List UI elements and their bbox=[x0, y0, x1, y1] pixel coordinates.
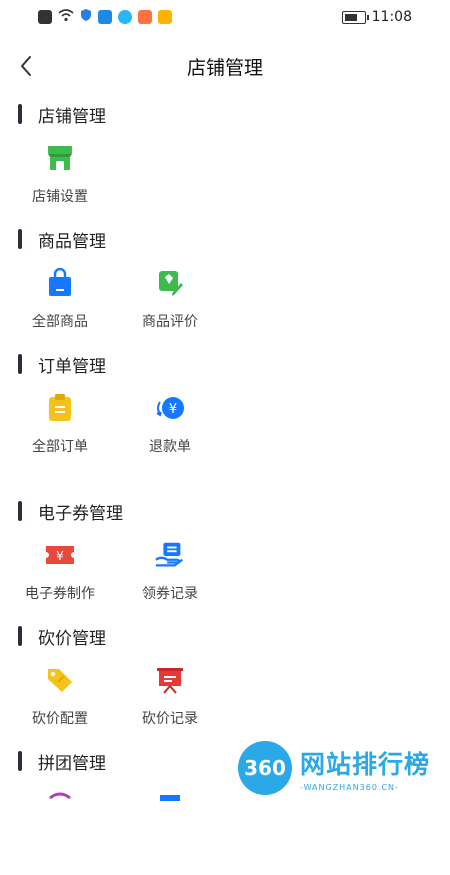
app-p-icon bbox=[118, 10, 132, 24]
section-header: 店铺管理 bbox=[0, 100, 450, 128]
all-orders-button[interactable]: 全部订单 bbox=[10, 388, 110, 474]
section-bar bbox=[18, 104, 22, 124]
price-tag-icon bbox=[44, 664, 76, 696]
tag-edit-icon bbox=[154, 267, 186, 299]
section-title: 拼团管理 bbox=[38, 753, 106, 774]
status-bar: 11:08 bbox=[0, 0, 450, 34]
section-title: 店铺管理 bbox=[38, 106, 106, 127]
item-label: 全部订单 bbox=[32, 439, 88, 455]
section-title: 电子券管理 bbox=[38, 503, 123, 524]
item-label: 砍价记录 bbox=[142, 711, 198, 727]
app-q-icon bbox=[98, 10, 112, 24]
refund-yen-icon: ¥ bbox=[154, 392, 186, 424]
section-goods: 商品管理 全部商品 商品评价 bbox=[0, 225, 450, 353]
item-label: 领券记录 bbox=[142, 586, 198, 602]
item-label: 商品评价 bbox=[142, 314, 198, 330]
status-time: 11:08 bbox=[371, 9, 412, 25]
item-label: 退款单 bbox=[149, 439, 191, 455]
section-header: 砍价管理 bbox=[0, 622, 450, 650]
section-coupons: 电子券管理 ¥ 电子券制作 领券记录 bbox=[0, 497, 450, 625]
chevron-left-icon bbox=[21, 56, 31, 76]
section-header: 电子券管理 bbox=[0, 497, 450, 525]
item-label: 店铺设置 bbox=[32, 189, 88, 205]
item-label: 电子券制作 bbox=[25, 586, 95, 602]
battery-icon bbox=[341, 10, 369, 24]
section-header: 商品管理 bbox=[0, 225, 450, 253]
section-grid: 店铺设置 bbox=[0, 138, 450, 228]
goods-review-button[interactable]: 商品评价 bbox=[120, 263, 220, 349]
store-icon bbox=[44, 142, 76, 174]
coupon-create-button[interactable]: ¥ 电子券制作 bbox=[10, 535, 110, 621]
store-settings-button[interactable]: 店铺设置 bbox=[10, 138, 110, 224]
coupon-hand-icon bbox=[154, 539, 186, 571]
item-label: 砍价配置 bbox=[32, 711, 88, 727]
groupbuy-item-2[interactable] bbox=[120, 785, 220, 871]
app-eye-icon bbox=[158, 10, 172, 24]
page-title: 店铺管理 bbox=[186, 56, 263, 79]
wifi-icon bbox=[58, 8, 74, 26]
section-bar bbox=[18, 354, 22, 374]
refund-orders-button[interactable]: ¥ 退款单 bbox=[120, 388, 220, 474]
nav-bar: 店铺管理 bbox=[0, 42, 450, 90]
section-bar bbox=[18, 626, 22, 646]
section-title: 商品管理 bbox=[38, 231, 106, 252]
section-bar bbox=[18, 501, 22, 521]
section-bar bbox=[18, 229, 22, 249]
watermark-text: 网站排行榜 -WANGZHAN360.CN- bbox=[300, 745, 430, 792]
bargain-records-button[interactable]: 砍价记录 bbox=[120, 660, 220, 746]
watermark: 360 网站排行榜 -WANGZHAN360.CN- bbox=[238, 736, 450, 800]
svg-text:¥: ¥ bbox=[56, 549, 64, 563]
back-button[interactable] bbox=[12, 52, 40, 80]
list-icon bbox=[154, 789, 186, 821]
coupon-records-button[interactable]: 领券记录 bbox=[120, 535, 220, 621]
app-cat-icon bbox=[138, 10, 152, 24]
section-orders: 订单管理 全部订单 ¥ 退款单 bbox=[0, 350, 450, 478]
section-bargain: 砍价管理 砍价配置 砍价记录 bbox=[0, 622, 450, 750]
bargain-config-button[interactable]: 砍价配置 bbox=[10, 660, 110, 746]
section-store: 店铺管理 店铺设置 bbox=[0, 100, 450, 228]
section-title: 砍价管理 bbox=[38, 628, 106, 649]
watermark-logo: 360 bbox=[238, 741, 292, 795]
coupon-yen-icon: ¥ bbox=[44, 539, 76, 571]
alert-icon bbox=[38, 10, 52, 24]
section-title: 订单管理 bbox=[38, 356, 106, 377]
status-icons bbox=[38, 8, 172, 26]
watermark-subtitle: -WANGZHAN360.CN- bbox=[300, 782, 399, 792]
clipboard-icon bbox=[44, 392, 76, 424]
status-right: 11:08 bbox=[341, 9, 412, 25]
section-grid: ¥ 电子券制作 领券记录 bbox=[0, 535, 450, 625]
watermark-title: 网站排行榜 bbox=[300, 749, 431, 779]
section-bar bbox=[18, 751, 22, 771]
section-grid: 全部订单 ¥ 退款单 bbox=[0, 388, 450, 478]
section-grid: 全部商品 商品评价 bbox=[0, 263, 450, 353]
item-label: 全部商品 bbox=[32, 314, 88, 330]
svg-text:¥: ¥ bbox=[169, 402, 177, 417]
shield-icon bbox=[80, 8, 92, 26]
group-icon bbox=[44, 789, 76, 821]
groupbuy-item-1[interactable] bbox=[10, 785, 110, 871]
all-goods-button[interactable]: 全部商品 bbox=[10, 263, 110, 349]
board-icon bbox=[154, 664, 186, 696]
shopping-bag-icon bbox=[44, 267, 76, 299]
section-header: 订单管理 bbox=[0, 350, 450, 378]
